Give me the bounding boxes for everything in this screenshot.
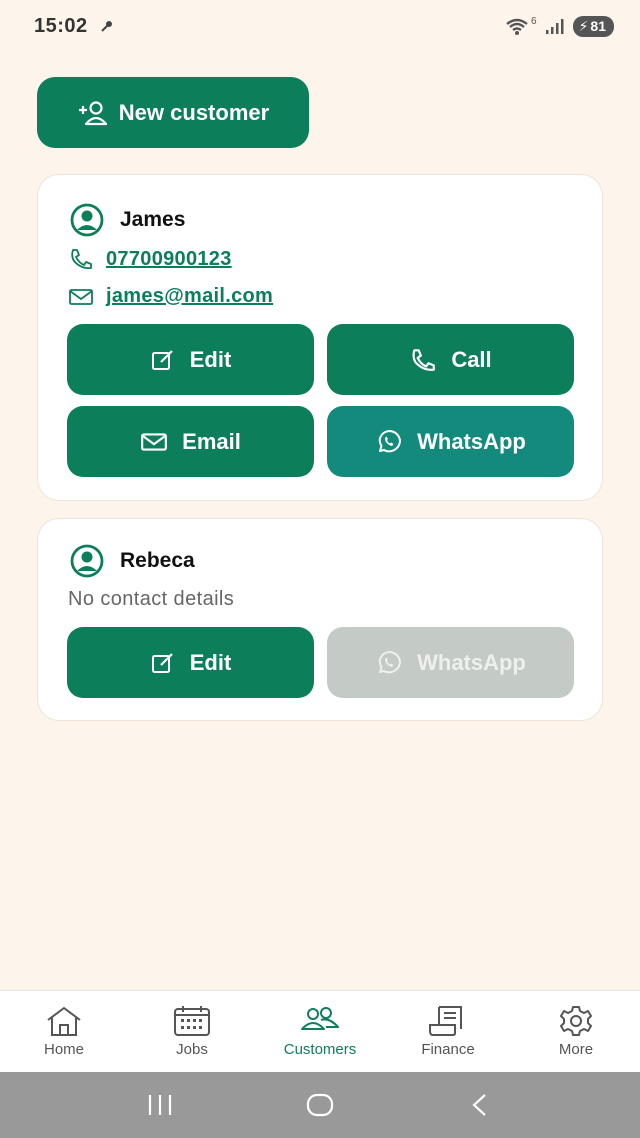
key-icon — [100, 21, 112, 32]
charging-icon: ⚡ — [578, 17, 589, 34]
phone-icon — [71, 249, 92, 270]
nav-more-label: More — [558, 1041, 594, 1058]
call-button[interactable]: Call — [327, 324, 574, 395]
nav-jobs[interactable]: Jobs — [128, 1005, 256, 1058]
recent-apps-icon[interactable] — [145, 1093, 175, 1117]
mail-icon — [69, 288, 93, 305]
add-user-icon — [78, 100, 107, 125]
customer-name-row: Rebeca — [70, 544, 195, 578]
whatsapp-icon — [378, 429, 402, 452]
phone-link[interactable]: 07700900123 — [106, 248, 232, 271]
customer-name-row: James — [70, 203, 185, 237]
wifi-badge: 6 — [531, 15, 537, 27]
email-link[interactable]: james@mail.com — [106, 285, 273, 308]
edit-button[interactable]: Edit — [67, 324, 314, 395]
battery-level: 81 — [590, 18, 606, 34]
gear-icon — [560, 1006, 592, 1036]
customers-icon — [301, 1007, 339, 1030]
receipt-icon — [429, 1006, 462, 1036]
nav-more[interactable]: More — [512, 1005, 640, 1058]
nav-customers-label: Customers — [283, 1041, 357, 1058]
nav-jobs-label: Jobs — [176, 1041, 208, 1058]
edit-icon — [151, 652, 173, 673]
nav-customers[interactable]: Customers — [256, 1005, 384, 1058]
customer-card: James 07700900123 james@mail.com Edit Ca… — [37, 174, 603, 501]
email-label: Email — [182, 428, 241, 454]
phone-icon — [412, 348, 436, 371]
user-circle-icon — [70, 203, 104, 237]
edit-label: Edit — [189, 346, 232, 372]
wifi-icon — [506, 18, 528, 35]
home-icon — [47, 1007, 81, 1036]
whatsapp-icon — [378, 650, 402, 673]
nav-finance-label: Finance — [421, 1041, 475, 1058]
new-customer-label: New customer — [118, 99, 270, 125]
calendar-icon — [174, 1006, 210, 1036]
user-circle-icon — [70, 544, 104, 578]
back-icon[interactable] — [465, 1093, 495, 1117]
status-time: 15:02 — [34, 14, 88, 37]
new-customer-button[interactable]: New customer — [37, 77, 309, 148]
battery-indicator: ⚡ 81 — [572, 15, 614, 37]
whatsapp-label: WhatsApp — [417, 649, 526, 675]
nav-finance[interactable]: Finance — [384, 1005, 512, 1058]
call-label: Call — [451, 346, 492, 372]
whatsapp-button[interactable]: WhatsApp — [327, 406, 574, 477]
system-nav-bar — [0, 1072, 640, 1138]
edit-icon — [151, 349, 173, 370]
signal-icon — [545, 19, 564, 34]
email-row: james@mail.com — [68, 285, 273, 308]
phone-row: 07700900123 — [68, 247, 232, 271]
edit-label: Edit — [189, 649, 232, 675]
nav-home[interactable]: Home — [0, 1005, 128, 1058]
whatsapp-label: WhatsApp — [417, 428, 526, 454]
status-bar: 15:02 6 ⚡ 81 — [0, 0, 640, 52]
nav-home-label: Home — [43, 1041, 84, 1058]
customer-name: James — [120, 208, 186, 231]
email-button[interactable]: Email — [67, 406, 314, 477]
no-contact-text: No contact details — [68, 588, 235, 610]
edit-button[interactable]: Edit — [67, 627, 314, 698]
home-button-icon[interactable] — [305, 1093, 335, 1117]
customer-name: Rebeca — [120, 549, 195, 572]
whatsapp-button-disabled: WhatsApp — [327, 627, 574, 698]
mail-icon — [141, 432, 168, 451]
customer-card: Rebeca No contact details Edit WhatsApp — [37, 518, 603, 721]
bottom-nav: Home Jobs Customers Finance More — [0, 990, 640, 1072]
